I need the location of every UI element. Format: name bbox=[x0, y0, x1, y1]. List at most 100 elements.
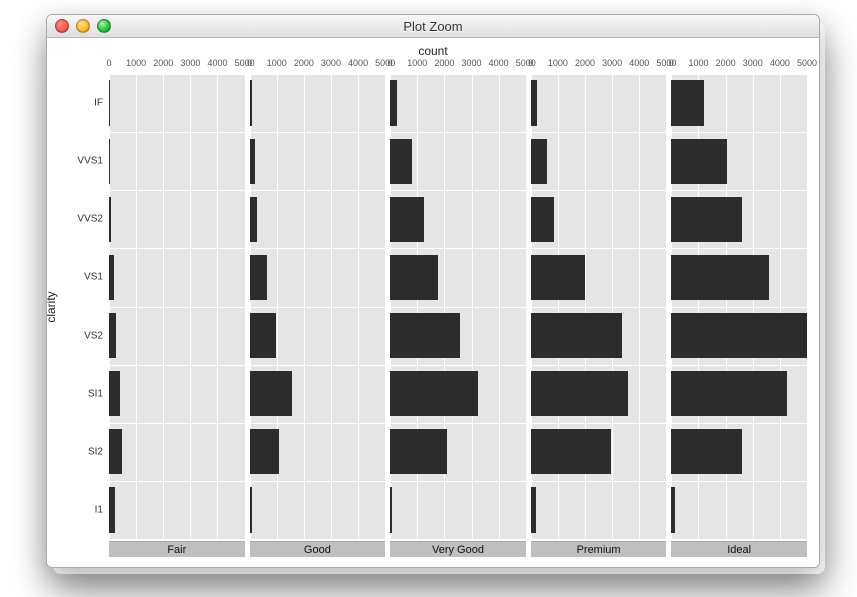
bars bbox=[531, 74, 667, 539]
grid-hline bbox=[250, 539, 386, 540]
bar bbox=[671, 371, 787, 416]
facet-panel bbox=[390, 74, 526, 539]
bar bbox=[109, 255, 114, 300]
grid-vline bbox=[807, 74, 808, 539]
bar bbox=[390, 139, 411, 184]
x-tick-label: 1000 bbox=[407, 58, 427, 68]
bar bbox=[109, 429, 122, 474]
plot-content: count 0 1000 2000 3000 4000 5000 0 1000 2000 3000… bbox=[47, 38, 819, 567]
x-tick-label: 2000 bbox=[575, 58, 595, 68]
x-tick-label: 0 bbox=[106, 58, 111, 68]
bar bbox=[250, 197, 258, 242]
facet-strip: Ideal bbox=[671, 541, 807, 557]
bar bbox=[390, 429, 447, 474]
zoom-icon[interactable] bbox=[97, 19, 111, 33]
bar bbox=[250, 487, 253, 532]
x-tick-label: 4000 bbox=[207, 58, 227, 68]
x-tick-label: 2000 bbox=[153, 58, 173, 68]
bar bbox=[671, 429, 741, 474]
grid-hline bbox=[671, 539, 807, 540]
grid-vline bbox=[385, 74, 386, 539]
facet-strip-row: Fair GoodVery Good PremiumIdeal bbox=[109, 541, 807, 557]
x-tick-label: 3000 bbox=[180, 58, 200, 68]
x-tick-label: 1000 bbox=[688, 58, 708, 68]
x-tick-labels: 010002000300040005000 bbox=[390, 58, 526, 72]
facet-panel bbox=[109, 74, 245, 539]
bar bbox=[531, 429, 611, 474]
x-tick-label: 1000 bbox=[126, 58, 146, 68]
x-tick-labels: 010002000300040005000 bbox=[531, 58, 667, 72]
y-tick-label: VS1 bbox=[84, 272, 103, 283]
facet-columns bbox=[109, 74, 807, 539]
x-tick-label: 1000 bbox=[548, 58, 568, 68]
x-tick-label: 3000 bbox=[602, 58, 622, 68]
x-tick-label: 0 bbox=[669, 58, 674, 68]
facet-panel bbox=[531, 74, 667, 539]
bar bbox=[390, 255, 438, 300]
y-tick-label: VVS2 bbox=[77, 214, 103, 225]
x-tick-label: 4000 bbox=[770, 58, 790, 68]
bar bbox=[531, 139, 548, 184]
bar bbox=[390, 487, 392, 532]
minimize-icon[interactable] bbox=[76, 19, 90, 33]
bar bbox=[250, 80, 252, 125]
y-tick-labels: clarity IFVVS1VVS2VS1VS2SI1SI2I1 bbox=[57, 74, 107, 539]
bars bbox=[390, 74, 526, 539]
grid-vline bbox=[526, 74, 527, 539]
bar bbox=[390, 313, 460, 358]
app-window: Plot Zoom count 0 1000 2000 3000 4000 5000 0 10… bbox=[46, 14, 820, 568]
bar bbox=[671, 139, 727, 184]
titlebar[interactable]: Plot Zoom bbox=[47, 15, 819, 38]
x-tick-labels: 010002000300040005000 bbox=[109, 58, 245, 72]
grid-hline bbox=[109, 539, 245, 540]
facet-strip: Premium bbox=[531, 541, 667, 557]
grid-hline bbox=[390, 539, 526, 540]
bar bbox=[250, 255, 268, 300]
x-tick-label: 4000 bbox=[629, 58, 649, 68]
bar bbox=[109, 487, 115, 532]
bar bbox=[390, 80, 397, 125]
bar bbox=[390, 371, 478, 416]
bar bbox=[250, 371, 292, 416]
x-tick-label: 2000 bbox=[294, 58, 314, 68]
facet-strip: Fair bbox=[109, 541, 245, 557]
bar bbox=[531, 197, 555, 242]
x-axis-title: count bbox=[57, 44, 809, 58]
bar bbox=[109, 371, 120, 416]
y-tick-label: VVS1 bbox=[77, 156, 103, 167]
y-tick-label: SI2 bbox=[88, 446, 103, 457]
y-axis-title: clarity bbox=[46, 291, 58, 322]
bar bbox=[671, 255, 768, 300]
bar bbox=[671, 313, 807, 358]
x-tick-label: 5000 bbox=[797, 58, 817, 68]
y-tick-label: I1 bbox=[95, 504, 103, 515]
x-tick-labels: 010002000300040005000 bbox=[250, 58, 386, 72]
bar bbox=[250, 313, 277, 358]
facet-strip: Very Good bbox=[390, 541, 526, 557]
bar bbox=[671, 80, 704, 125]
bar bbox=[531, 255, 585, 300]
x-tick-label: 1000 bbox=[267, 58, 287, 68]
x-tick-label: 3000 bbox=[321, 58, 341, 68]
x-tick-label: 4000 bbox=[348, 58, 368, 68]
x-tick-label: 0 bbox=[388, 58, 393, 68]
close-icon[interactable] bbox=[55, 19, 69, 33]
bar bbox=[109, 313, 116, 358]
stage: Plot Zoom count 0 1000 2000 3000 4000 5000 0 10… bbox=[0, 0, 857, 597]
x-tick-label: 2000 bbox=[716, 58, 736, 68]
plot-area: count 0100020003000400050000100020003000… bbox=[57, 44, 809, 557]
window-title: Plot Zoom bbox=[403, 19, 462, 34]
bars bbox=[671, 74, 807, 539]
bar bbox=[671, 197, 742, 242]
x-tick-label: 3000 bbox=[743, 58, 763, 68]
bar bbox=[250, 139, 255, 184]
bar bbox=[390, 197, 423, 242]
bar bbox=[109, 197, 111, 242]
x-tick-label: 2000 bbox=[434, 58, 454, 68]
x-tick-label: 4000 bbox=[489, 58, 509, 68]
bar bbox=[531, 80, 537, 125]
facet-strip: Good bbox=[250, 541, 386, 557]
bar bbox=[531, 313, 622, 358]
y-tick-label: IF bbox=[94, 98, 103, 109]
bars bbox=[109, 74, 245, 539]
